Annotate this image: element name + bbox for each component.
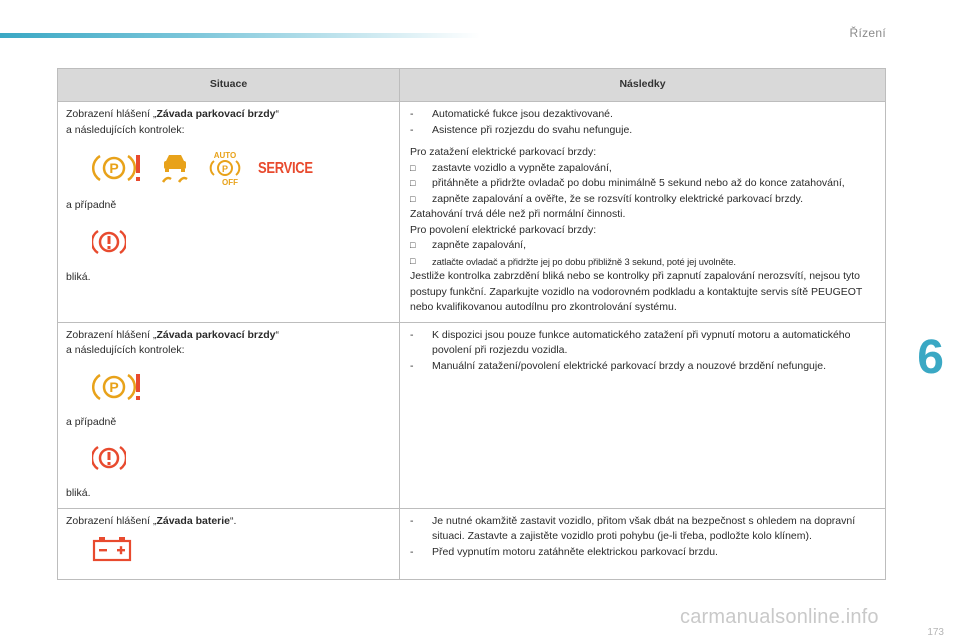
consequences-cell: - Je nutné okamžitě zastavit vozidlo, při… [399,507,886,580]
auto-parking-brake-off-icon: AUTO P OFF [209,151,241,186]
fault-table: Situace Následky Zobrazení hlášení „Záva… [57,68,886,580]
battery-warning-icon [92,537,132,562]
svg-text:P: P [109,160,118,176]
situation-text: a případně [66,199,117,211]
svg-text:P: P [109,379,118,395]
warning-lights-group: P AUTO P OFF SERVICE [92,150,391,186]
paragraph: Jestliže kontrolka zabrzdění bliká nebo … [410,270,863,313]
stability-control-icon [161,155,188,183]
situation-cell: Zobrazení hlášení „Závada parkovací brzd… [57,321,400,509]
brake-warning-icon [92,229,126,254]
service-warning-icon: SERVICE [258,158,313,177]
situation-text: a následujících kontrolek: [66,123,185,136]
situation-text: Zobrazení hlášení „Závada parkovací brzd… [66,108,280,120]
situation-cell: Zobrazení hlášení „Závada baterie“. [57,507,400,580]
warning-lights-group [92,440,391,476]
paragraph: Pro povolení elektrické parkovací brzdy: [410,223,597,236]
warning-lights-group [92,535,391,563]
svg-text:AUTO: AUTO [214,151,237,160]
brake-warning-icon [92,445,126,471]
situation-text: bliká. [66,487,91,499]
list-item: □ zapněte zapalování a ověřte, že se rozs… [410,192,803,205]
list-item: □ zatlačte ovladač a přidržte jej po dobu… [410,255,736,267]
list-item: □ zapněte zapalování, [410,239,526,251]
column-header-situation: Situace [57,68,400,102]
situation-text: a případně [66,415,117,428]
paragraph: Pro zatažení elektrické parkovací brzdy: [410,146,597,158]
consequences-cell: -K dispozici jsou pouze funkce automatic… [399,321,886,509]
chapter-number: 6 [917,331,944,384]
table-row: Zobrazení hlášení „Závada baterie“. - Je … [57,507,886,580]
table-header-row: Situace Následky [57,68,886,102]
table-row: Zobrazení hlášení „Závada parkovací brzd… [57,321,886,509]
warning-lights-group: P [92,369,391,405]
situation-text: a následujících kontrolek: [66,344,185,356]
table-row: Zobrazení hlášení „Závada parkovací brzd… [57,101,886,323]
parking-brake-warning-icon: P [92,154,140,182]
situation-text: Zobrazení hlášení „Závada baterie“. [66,514,237,527]
paragraph: Zatahování trvá déle než při normální či… [410,208,626,220]
list-item: - Manuální zatažení/povolení elektrické p… [410,359,826,372]
consequences-cell: - Automatické fukce jsou dezaktivované. -… [399,101,886,323]
svg-text:OFF: OFF [222,178,238,186]
list-item: - Asistence při rozjezdu do svahu nefungu… [410,123,633,136]
column-header-consequences: Následky [399,68,886,102]
watermark: carmanualsonline.info [680,606,879,628]
situation-cell: Zobrazení hlášení „Závada parkovací brzd… [57,101,400,323]
list-item: □ zastavte vozidlo a vypněte zapalování, [410,161,612,174]
warning-lights-group [92,224,391,260]
list-item: - Automatické fukce jsou dezaktivované. [410,108,613,120]
list-item: - Je nutné okamžitě zastavit vozidlo, při… [410,514,856,543]
page-number: 173 [927,627,944,638]
list-item: - Před vypnutím motoru zatáhněte elektric… [410,545,718,558]
list-item: -K dispozici jsou pouze funkce automatic… [410,328,851,357]
section-title: Řízení [849,26,886,40]
parking-brake-warning-icon: P [92,373,140,400]
header-accent-bar [0,33,480,38]
situation-text: Zobrazení hlášení „Závada parkovací brzd… [66,328,280,341]
svg-text:P: P [222,164,228,174]
list-item: □ přitáhněte a přidržte ovladač po dobu m… [410,177,845,189]
situation-text: bliká. [66,270,91,283]
